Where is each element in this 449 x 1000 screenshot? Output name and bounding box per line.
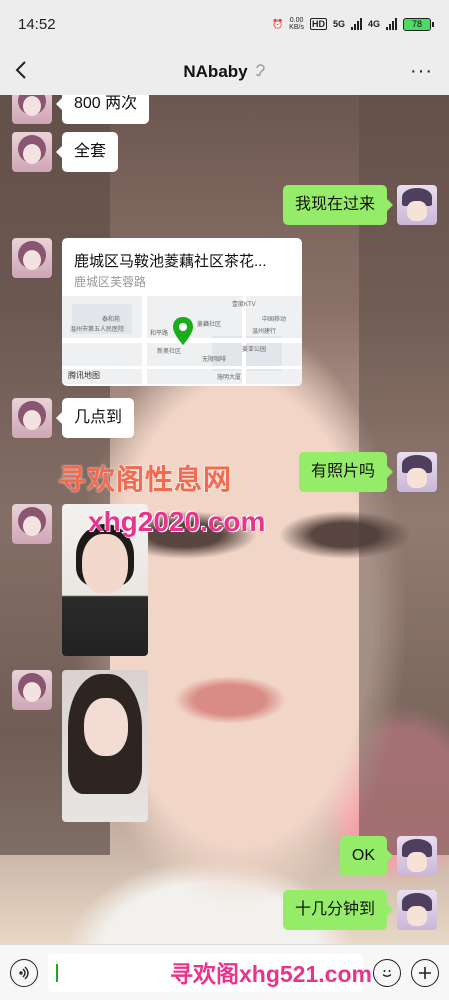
photo-content <box>82 534 128 594</box>
message-row: 我现在过来 <box>282 185 437 225</box>
message-row: 有照片吗 <box>298 452 437 492</box>
my-avatar[interactable] <box>397 185 437 225</box>
photo-content <box>84 698 128 756</box>
map-label: 菱藕社区 <box>197 322 222 328</box>
map-label: 施明大厦 <box>217 375 242 381</box>
map-label: 中国移动 <box>262 317 287 323</box>
my-avatar[interactable] <box>397 890 437 930</box>
location-map: 壹度KTV 泰和苑 温州市第五人民医院 和平路 菱藕社区 中国移动 温州建行 新… <box>62 296 302 384</box>
status-icons: ⏰ 0.00 KB/s HD 5G 4G 78 <box>271 17 434 31</box>
chat-header-overlay: NAbaby ··· <box>0 48 449 95</box>
contact-avatar[interactable] <box>12 132 52 172</box>
signal-5g-icon <box>350 18 362 30</box>
contact-avatar[interactable] <box>12 504 52 544</box>
map-label: 壹度KTV <box>232 302 256 308</box>
ear-icon <box>254 63 266 80</box>
emoji-icon[interactable] <box>373 958 401 987</box>
message-row: 鹿城区马鞍池菱藕社区茶花... 鹿城区芙蓉路 壹度KTV 泰和苑 温州市第五人民… <box>12 238 302 386</box>
map-label: 温州市第五人民医院 <box>70 327 125 333</box>
message-bubble[interactable]: 十几分钟到 <box>282 890 394 930</box>
my-avatar[interactable] <box>397 836 437 876</box>
location-subtitle: 鹿城区芙蓉路 <box>74 275 147 289</box>
more-options-icon[interactable]: ··· <box>410 60 433 83</box>
message-bubble[interactable]: 几点到 <box>55 398 135 438</box>
net-5g-label: 5G <box>332 19 345 29</box>
contact-avatar[interactable] <box>12 670 52 710</box>
status-time: 14:52 <box>18 15 56 33</box>
message-row: 全套 <box>12 132 119 172</box>
map-label: 无限咖啡 <box>202 357 227 363</box>
plus-icon[interactable] <box>411 958 439 987</box>
signal-4g-icon <box>386 18 397 30</box>
map-label: 和平路 <box>150 331 169 337</box>
map-provider-label: 腾讯地图 <box>68 371 100 380</box>
hd-icon: HD <box>309 18 327 30</box>
battery-icon: 78 <box>403 17 434 31</box>
chat-title: NAbaby <box>183 61 248 81</box>
location-card[interactable]: 鹿城区马鞍池菱藕社区茶花... 鹿城区芙蓉路 壹度KTV 泰和苑 温州市第五人民… <box>62 238 302 386</box>
message-bubble[interactable]: 我现在过来 <box>282 185 394 225</box>
map-label: 姜亚公园 <box>242 347 267 353</box>
net-4g-label: 4G <box>367 19 380 29</box>
watermark-text: 寻欢阁性息网 <box>58 464 233 495</box>
battery-level: 78 <box>411 19 422 29</box>
alarm-icon: ⏰ <box>271 18 284 29</box>
message-bubble[interactable]: 有照片吗 <box>298 452 394 492</box>
message-row <box>12 670 148 822</box>
map-pin-icon <box>173 317 193 345</box>
watermark-text: xhg2020.com <box>88 506 266 537</box>
map-road <box>62 366 302 369</box>
my-avatar[interactable] <box>397 452 437 492</box>
watermark-text: 寻欢阁xhg521.com <box>170 961 372 987</box>
net-speed: 0.00 KB/s <box>289 17 304 31</box>
voice-icon[interactable] <box>10 958 38 987</box>
map-label: 温州建行 <box>252 329 277 335</box>
status-bar: 14:52 ⏰ 0.00 KB/s HD 5G 4G 78 <box>0 0 449 48</box>
map-road <box>142 296 147 384</box>
message-row: 几点到 <box>12 398 135 438</box>
map-label: 泰和苑 <box>102 317 121 323</box>
message-bubble[interactable]: OK <box>339 836 394 876</box>
location-title: 鹿城区马鞍池菱藕社区茶花... <box>74 253 267 270</box>
image-message[interactable] <box>62 670 148 822</box>
map-road <box>242 296 246 384</box>
contact-avatar[interactable] <box>12 238 52 278</box>
back-arrow-icon[interactable] <box>10 58 34 82</box>
message-row: OK <box>339 836 437 876</box>
message-bubble[interactable]: 全套 <box>55 132 119 172</box>
map-label: 新奥社区 <box>157 349 182 355</box>
text-cursor <box>56 963 58 982</box>
message-row: 十几分钟到 <box>282 890 437 930</box>
contact-avatar[interactable] <box>12 398 52 438</box>
